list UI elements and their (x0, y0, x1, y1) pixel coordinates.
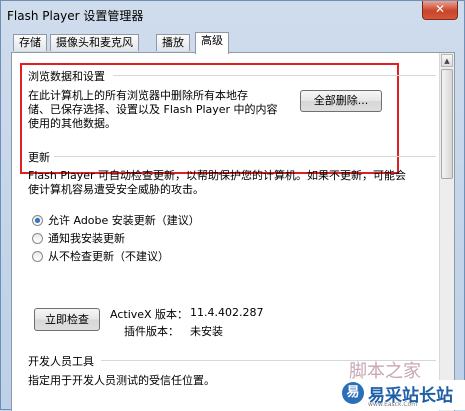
developer-tools-title: 开发人员工具 (28, 355, 94, 368)
settings-manager-window: Flash Player 设置管理器 ✕ 存储 摄像头和麦克风 播放 高级 浏览… (0, 0, 465, 411)
title-bar[interactable]: Flash Player 设置管理器 ✕ (1, 1, 464, 29)
tab-playback[interactable]: 播放 (156, 34, 190, 51)
window-title: Flash Player 设置管理器 (7, 9, 144, 23)
radio-notify-update[interactable]: 通知我安装更新 (32, 230, 125, 245)
developer-tools-description: 指定用于开发人员测试的受信任位置。 (28, 374, 215, 387)
browse-data-description: 在此计算机上的所有浏览器中删除所有本地存 储、已保存选择、设置以及 Flash … (28, 89, 278, 130)
close-icon: ✕ (434, 2, 446, 16)
plugin-version-value: 未安装 (190, 325, 223, 338)
plugin-version-label: 插件版本： (124, 325, 179, 338)
browse-data-title: 浏览数据和设置 (28, 70, 105, 83)
radio-selected-icon[interactable] (32, 215, 43, 226)
updates-description: Flash Player 可自动检查更新，以帮助保护您的计算机。如果不更新，可能… (28, 169, 407, 196)
watermark-url: www.Easck.Com (368, 401, 418, 408)
watermark-logo-box: 易 易采站长站 www.Easck.Com (340, 380, 465, 410)
radio-icon[interactable] (32, 233, 43, 244)
radio-never-check[interactable]: 从不检查更新（不建议） (32, 248, 169, 263)
section-divider (113, 75, 436, 76)
site-logo-icon: 易 (342, 382, 364, 404)
radio-allow-auto-update[interactable]: 允许 Adobe 安装更新（建议） (32, 212, 200, 227)
vertical-scrollbar[interactable]: ▲ (439, 53, 454, 411)
updates-title: 更新 (28, 151, 50, 164)
close-button[interactable]: ✕ (422, 1, 458, 20)
tab-advanced[interactable]: 高级 (195, 32, 229, 54)
section-divider (54, 156, 436, 157)
check-now-button[interactable]: 立即检查 (34, 308, 100, 331)
radio-icon[interactable] (32, 251, 43, 262)
activex-version-label: ActiveX 版本： (110, 308, 189, 321)
scroll-thumb[interactable] (441, 69, 453, 179)
delete-all-button[interactable]: 全部删除... (300, 90, 382, 112)
tab-storage[interactable]: 存储 (13, 34, 47, 51)
scroll-up-arrow-icon[interactable]: ▲ (441, 54, 453, 67)
tab-camera-mic[interactable]: 摄像头和麦克风 (50, 34, 139, 51)
activex-version-value: 11.4.402.287 (190, 306, 264, 319)
